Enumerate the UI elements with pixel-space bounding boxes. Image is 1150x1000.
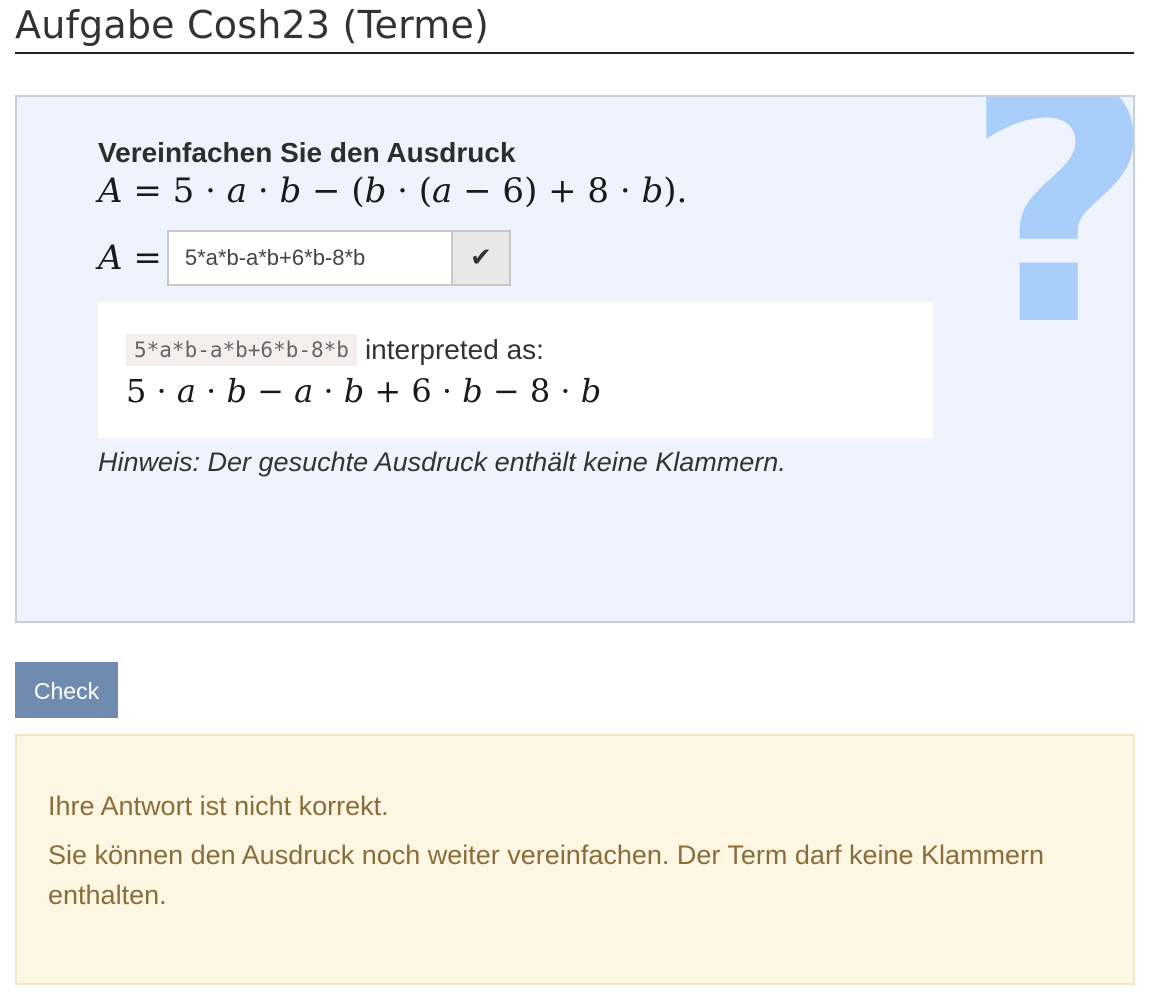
- interpreted-expression: 5 · a · b − a · b + 6 · b − 8 · b: [126, 372, 602, 410]
- feedback-result: Ihre Antwort ist nicht korrekt.: [48, 791, 389, 821]
- answer-label: A =: [98, 238, 162, 278]
- page-title: Aufgabe Cosh23 (Terme): [15, 0, 1134, 54]
- interpretation-panel: 5*a*b-a*b+6*b-8*b interpreted as: 5 · a …: [98, 302, 933, 438]
- feedback-panel: Ihre Antwort ist nicht korrekt. Sie könn…: [15, 734, 1135, 985]
- interpretation-input-echo: 5*a*b-a*b+6*b-8*b: [126, 334, 357, 366]
- feedback-explanation: Sie können den Ausdruck noch weiter vere…: [48, 840, 1045, 910]
- interpretation-line: 5*a*b-a*b+6*b-8*b interpreted as:: [126, 334, 544, 366]
- question-expression: A = 5 · a · b − (b · (a − 6) + 8 · b).: [98, 171, 688, 211]
- answer-input[interactable]: 5*a*b-a*b+6*b-8*b: [166, 230, 453, 286]
- interpretation-label: interpreted as:: [364, 334, 544, 365]
- question-panel: ? Vereinfachen Sie den Ausdruck A = 5 · …: [15, 95, 1135, 623]
- validate-button[interactable]: ✔: [452, 230, 511, 286]
- question-prompt: Vereinfachen Sie den Ausdruck: [98, 137, 516, 168]
- checkmark-icon: ✔: [469, 243, 492, 273]
- page: Aufgabe Cosh23 (Terme) ? Vereinfachen Si…: [0, 0, 1150, 1000]
- hint-text: Hinweis: Der gesuchte Ausdruck enthält k…: [98, 447, 786, 477]
- answer-row: A = 5*a*b-a*b+6*b-8*b ✔: [98, 230, 511, 286]
- question-mark-icon: ?: [964, 97, 1133, 371]
- check-button[interactable]: Check: [15, 662, 118, 718]
